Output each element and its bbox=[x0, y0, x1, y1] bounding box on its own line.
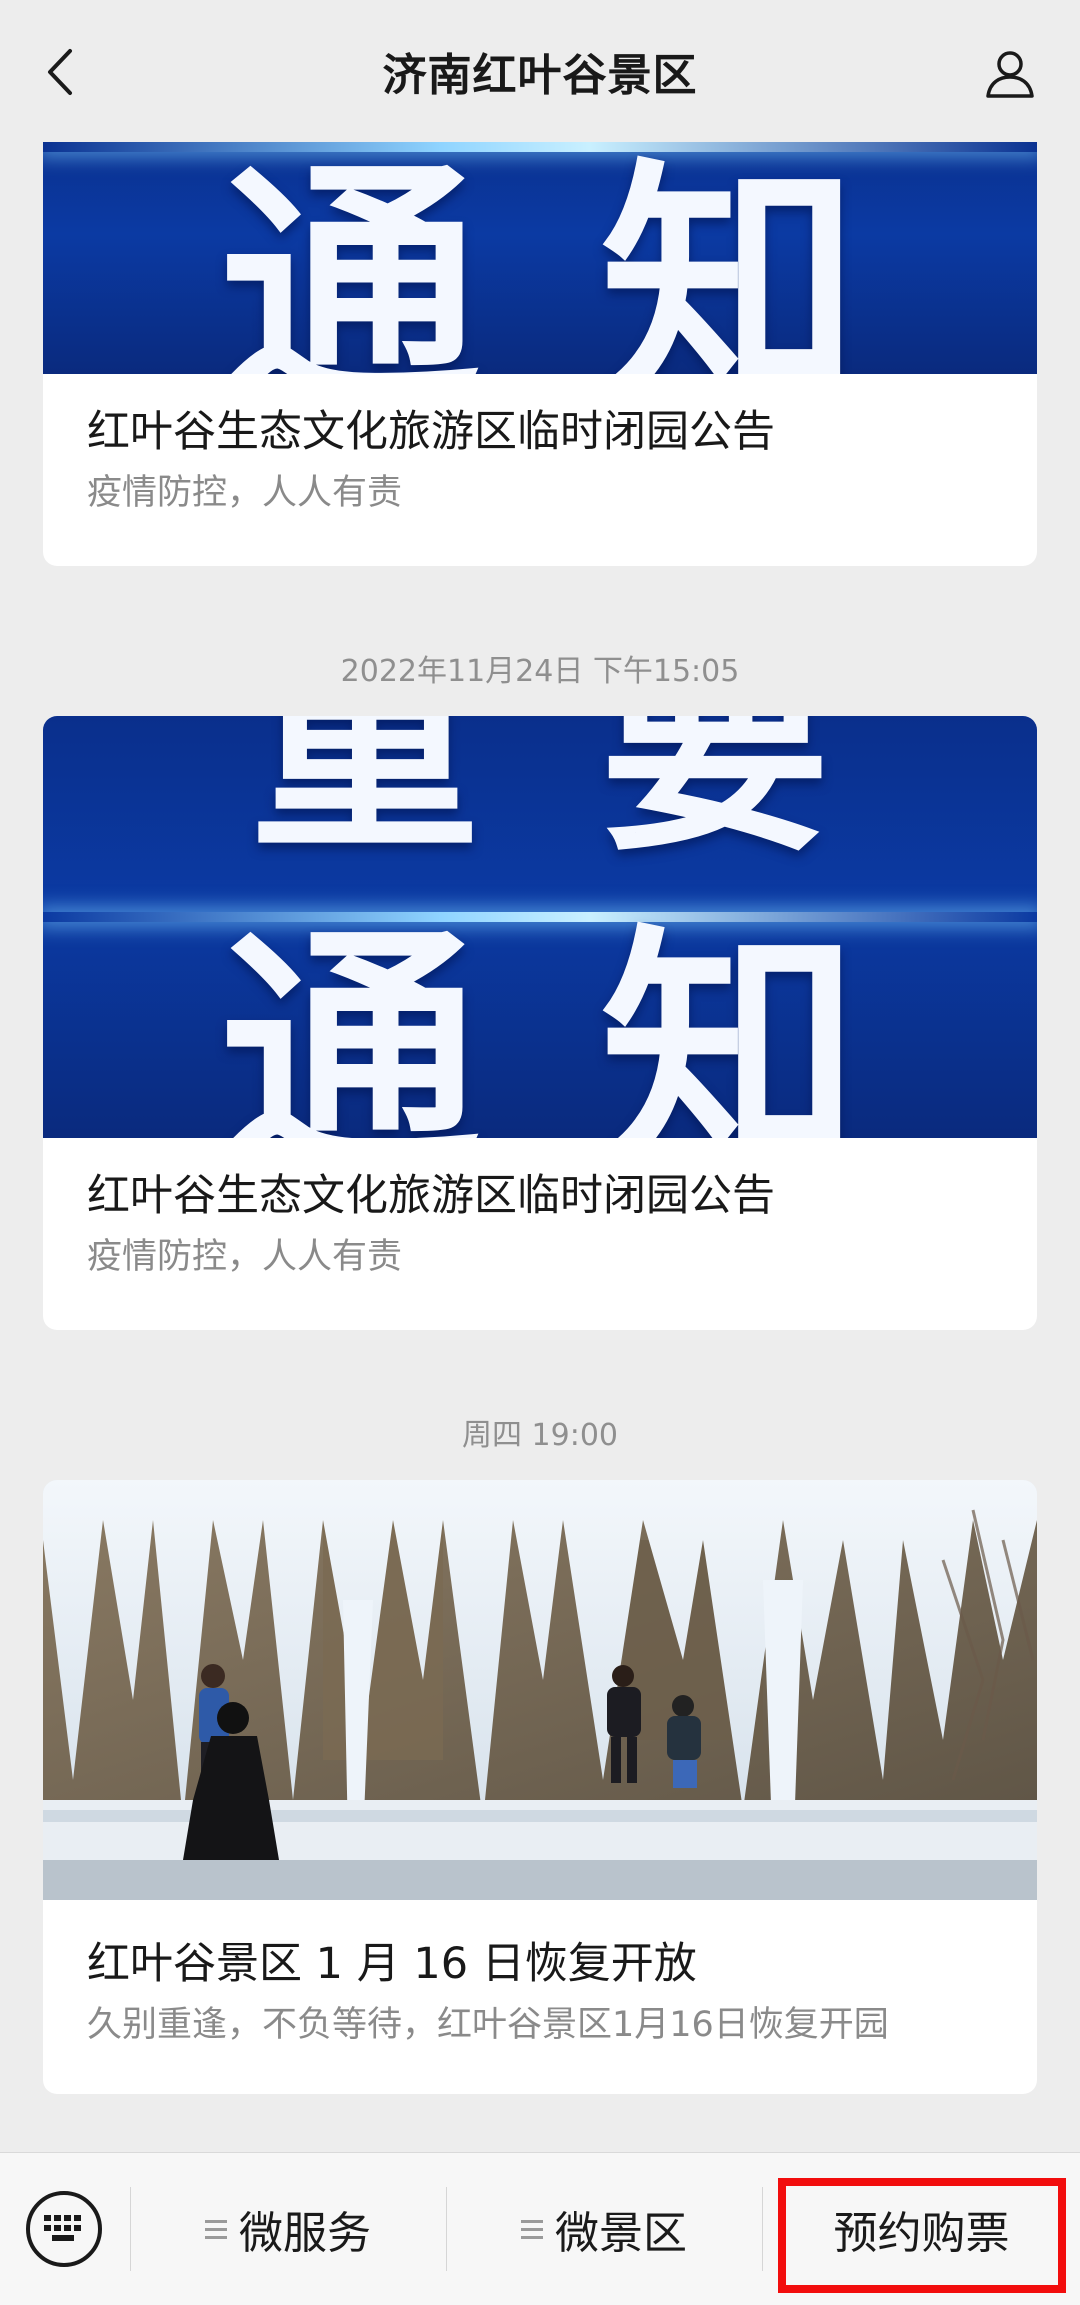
cover-text-line1: 重要 bbox=[250, 716, 950, 883]
menu-label: 微服务 bbox=[239, 2208, 371, 2259]
keyboard-toggle-button[interactable] bbox=[26, 2191, 102, 2267]
submenu-icon bbox=[205, 2219, 227, 2239]
cover-text: 通知 bbox=[220, 139, 980, 374]
nav-header: 济南红叶谷景区 bbox=[0, 0, 1080, 142]
menu-label: 微景区 bbox=[555, 2208, 687, 2259]
article-title[interactable]: 红叶谷景区 1 月 16 日恢复开放 bbox=[87, 1936, 993, 1992]
menu-micro-service[interactable]: 微服务 bbox=[131, 2193, 445, 2265]
menu-micro-scenic[interactable]: 微景区 bbox=[447, 2193, 761, 2265]
chevron-left-icon bbox=[48, 49, 72, 95]
article-card[interactable]: 通知 红叶谷生态文化旅游区临时闭园公告 疫情防控，人人有责 bbox=[43, 120, 1037, 566]
account-button[interactable] bbox=[980, 44, 1040, 104]
article-cover-image: 重要 通知 bbox=[43, 716, 1037, 1138]
keyboard-icon bbox=[44, 2215, 81, 2241]
article-title[interactable]: 红叶谷生态文化旅游区临时闭园公告 bbox=[87, 404, 993, 460]
message-timestamp: 2022年11月24日 下午15:05 bbox=[340, 654, 740, 689]
cover-text-line2: 通知 bbox=[220, 905, 980, 1138]
article-card[interactable]: 重要 通知 红叶谷生态文化旅游区临时闭园公告 疫情防控，人人有责 bbox=[43, 716, 1037, 1330]
submenu-icon bbox=[521, 2219, 543, 2239]
back-button[interactable] bbox=[30, 42, 90, 102]
article-description: 久别重逢，不负等待，红叶谷景区1月16日恢复开园 bbox=[87, 2005, 889, 2045]
highlight-annotation bbox=[778, 2178, 1066, 2293]
article-feed[interactable]: 通知 红叶谷生态文化旅游区临时闭园公告 疫情防控，人人有责 2022年11月24… bbox=[0, 0, 1080, 2150]
article-card[interactable]: 红叶谷景区 1 月 16 日恢复开放 久别重逢，不负等待，红叶谷景区1月16日恢… bbox=[43, 1480, 1037, 2094]
article-description: 疫情防控，人人有责 bbox=[87, 473, 403, 513]
ice-waterfall-photo bbox=[43, 1480, 1037, 1900]
user-icon bbox=[986, 51, 1034, 98]
page-title: 济南红叶谷景区 bbox=[382, 50, 698, 101]
article-cover-image: 通知 bbox=[43, 120, 1037, 374]
article-title[interactable]: 红叶谷生态文化旅游区临时闭园公告 bbox=[87, 1168, 993, 1224]
article-cover-image bbox=[43, 1480, 1037, 1900]
article-description: 疫情防控，人人有责 bbox=[87, 1237, 403, 1277]
message-timestamp: 周四 19:00 bbox=[462, 1418, 618, 1453]
